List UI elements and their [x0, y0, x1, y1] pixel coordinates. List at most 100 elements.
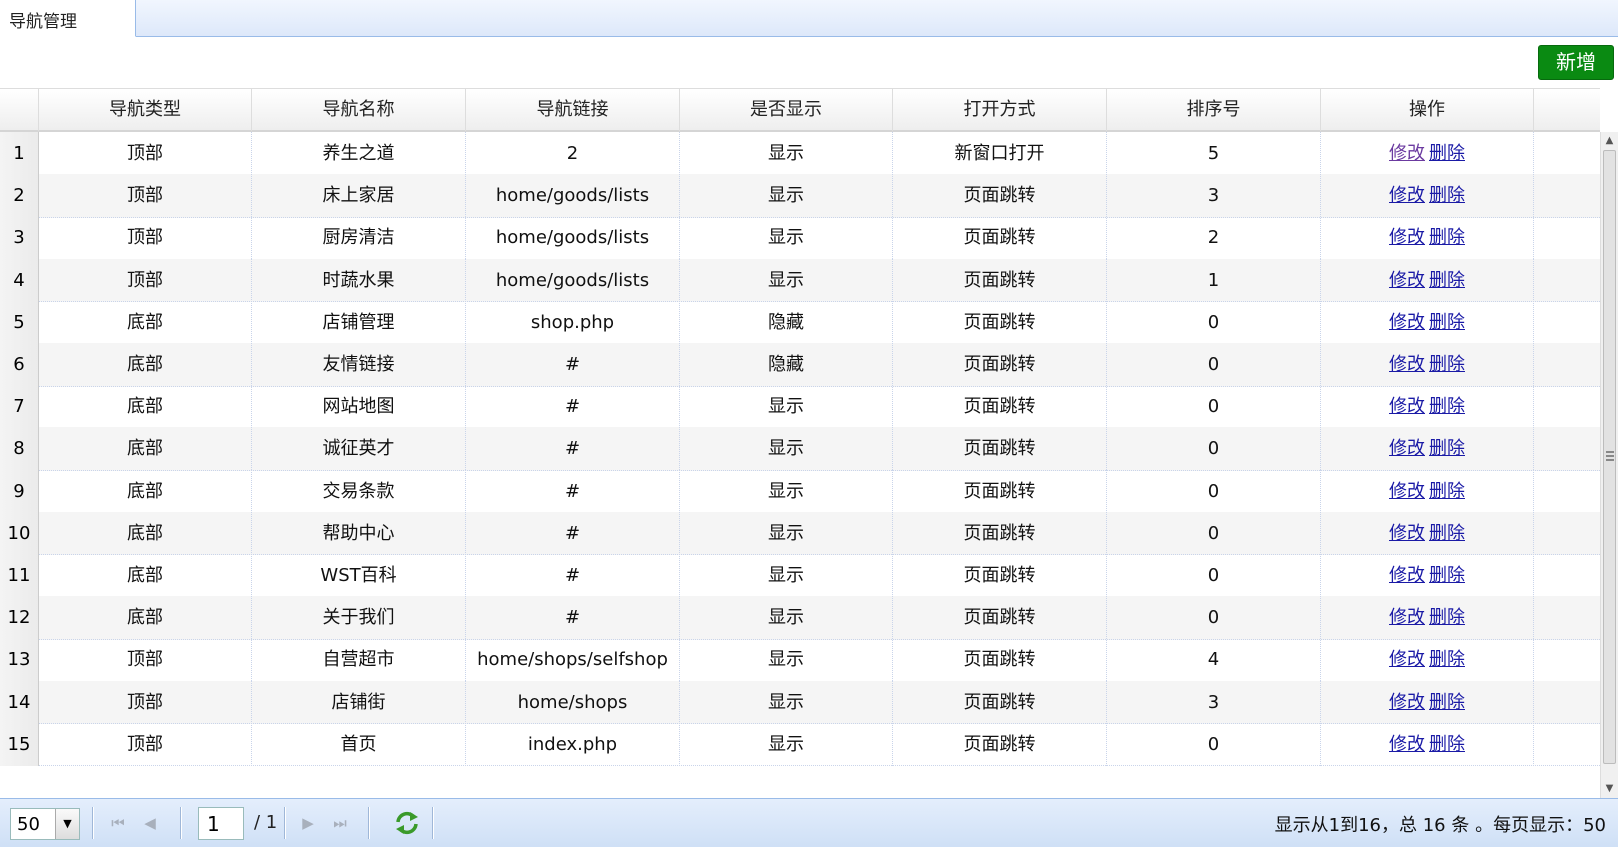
- table-row[interactable]: 6 底部 友情链接 # 隐藏 页面跳转 0 修改 删除: [0, 343, 1600, 387]
- header-sort-order[interactable]: 排序号: [1107, 89, 1321, 131]
- header-open-mode[interactable]: 打开方式: [893, 89, 1107, 131]
- page-size-select[interactable]: 50 ▼: [10, 808, 80, 840]
- edit-link[interactable]: 修改: [1389, 396, 1425, 417]
- delete-link[interactable]: 删除: [1429, 185, 1465, 206]
- table-row[interactable]: 3 顶部 厨房清洁 home/goods/lists 显示 页面跳转 2 修改 删除: [0, 216, 1600, 260]
- table-row[interactable]: 14 顶部 店铺街 home/shops 显示 页面跳转 3 修改 删除: [0, 680, 1600, 725]
- header-rownum: [0, 89, 39, 131]
- refresh-icon[interactable]: [393, 809, 421, 837]
- cell-actions: 修改 删除: [1321, 300, 1534, 344]
- edit-link[interactable]: 修改: [1389, 227, 1425, 248]
- delete-link[interactable]: 删除: [1429, 354, 1465, 375]
- delete-link[interactable]: 删除: [1429, 565, 1465, 586]
- cell-sort-order: 0: [1107, 511, 1321, 555]
- edit-link[interactable]: 修改: [1389, 607, 1425, 628]
- row-number: 15: [0, 722, 39, 766]
- edit-link[interactable]: 修改: [1389, 692, 1425, 713]
- edit-link[interactable]: 修改: [1389, 185, 1425, 206]
- cell-sort-order: 3: [1107, 174, 1321, 218]
- cell-sort-order: 1: [1107, 258, 1321, 302]
- edit-link[interactable]: 修改: [1389, 734, 1425, 755]
- cell-nav-name: 网站地图: [252, 385, 466, 429]
- delete-link[interactable]: 删除: [1429, 312, 1465, 333]
- delete-link[interactable]: 删除: [1429, 607, 1465, 628]
- prev-page-icon[interactable]: ◀: [138, 811, 162, 835]
- cell-is-shown: 显示: [680, 511, 893, 555]
- table-row[interactable]: 1 顶部 养生之道 2 显示 新窗口打开 5 修改 删除: [0, 132, 1600, 176]
- pager-separator: [92, 807, 94, 839]
- next-page-icon[interactable]: ▶: [296, 811, 320, 835]
- cell-nav-link: home/goods/lists: [466, 216, 680, 260]
- tab-nav-management[interactable]: 导航管理: [0, 0, 136, 37]
- cell-sort-order: 0: [1107, 722, 1321, 766]
- table-row[interactable]: 13 顶部 自营超市 home/shops/selfshop 显示 页面跳转 4 修改 删除: [0, 638, 1600, 682]
- nav-grid: 导航类型 导航名称 导航链接 是否显示 打开方式 排序号 操作 1 顶部 养生之道 2…: [0, 88, 1600, 798]
- header-nav-type[interactable]: 导航类型: [39, 89, 252, 131]
- scroll-thumb[interactable]: [1603, 150, 1616, 764]
- cell-open-mode: 页面跳转: [893, 722, 1107, 766]
- cell-open-mode: 页面跳转: [893, 680, 1107, 724]
- cell-open-mode: 页面跳转: [893, 174, 1107, 218]
- cell-is-shown: 显示: [680, 469, 893, 513]
- edit-link[interactable]: 修改: [1389, 143, 1425, 164]
- header-is-shown[interactable]: 是否显示: [680, 89, 893, 131]
- scroll-down-icon[interactable]: ▼: [1601, 780, 1618, 797]
- delete-link[interactable]: 删除: [1429, 481, 1465, 502]
- table-row[interactable]: 8 底部 诚征英才 # 显示 页面跳转 0 修改 删除: [0, 427, 1600, 471]
- edit-link[interactable]: 修改: [1389, 354, 1425, 375]
- delete-link[interactable]: 删除: [1429, 734, 1465, 755]
- row-number: 5: [0, 300, 39, 344]
- delete-link[interactable]: 删除: [1429, 523, 1465, 544]
- page-size-value: 50: [17, 814, 40, 835]
- delete-link[interactable]: 删除: [1429, 438, 1465, 459]
- table-row[interactable]: 12 底部 关于我们 # 显示 页面跳转 0 修改 删除: [0, 596, 1600, 640]
- delete-link[interactable]: 删除: [1429, 692, 1465, 713]
- vertical-scrollbar[interactable]: ▲ ▼: [1600, 132, 1618, 798]
- pager-summary: 显示从1到16，总 16 条 。每页显示：50: [1274, 815, 1606, 836]
- header-nav-link[interactable]: 导航链接: [466, 89, 680, 131]
- row-number: 11: [0, 554, 39, 597]
- delete-link[interactable]: 删除: [1429, 396, 1465, 417]
- table-row[interactable]: 7 底部 网站地图 # 显示 页面跳转 0 修改 删除: [0, 385, 1600, 429]
- row-number: 2: [0, 174, 39, 218]
- delete-link[interactable]: 删除: [1429, 270, 1465, 291]
- cell-sort-order: 0: [1107, 385, 1321, 429]
- chevron-down-icon[interactable]: ▼: [55, 809, 79, 839]
- cell-is-shown: 显示: [680, 427, 893, 471]
- cell-open-mode: 新窗口打开: [893, 132, 1107, 175]
- header-nav-name[interactable]: 导航名称: [252, 89, 466, 131]
- table-row[interactable]: 2 顶部 床上家居 home/goods/lists 显示 页面跳转 3 修改 删除: [0, 174, 1600, 218]
- edit-link[interactable]: 修改: [1389, 481, 1425, 502]
- cell-is-shown: 显示: [680, 638, 893, 682]
- cell-nav-name: 帮助中心: [252, 511, 466, 555]
- delete-link[interactable]: 删除: [1429, 143, 1465, 164]
- scroll-up-icon[interactable]: ▲: [1601, 132, 1618, 149]
- page-number-input[interactable]: [198, 807, 244, 840]
- table-row[interactable]: 9 底部 交易条款 # 显示 页面跳转 0 修改 删除: [0, 469, 1600, 514]
- table-row[interactable]: 15 顶部 首页 index.php 显示 页面跳转 0 修改 删除: [0, 722, 1600, 767]
- cell-nav-name: 友情链接: [252, 343, 466, 386]
- table-row[interactable]: 10 底部 帮助中心 # 显示 页面跳转 0 修改 删除: [0, 511, 1600, 556]
- table-row[interactable]: 4 顶部 时蔬水果 home/goods/lists 显示 页面跳转 1 修改 删除: [0, 258, 1600, 303]
- cell-nav-link: home/shops: [466, 680, 680, 724]
- edit-link[interactable]: 修改: [1389, 523, 1425, 544]
- table-row[interactable]: 5 底部 店铺管理 shop.php 隐藏 页面跳转 0 修改 删除: [0, 300, 1600, 345]
- edit-link[interactable]: 修改: [1389, 312, 1425, 333]
- last-page-icon[interactable]: ⏭: [328, 811, 352, 835]
- cell-nav-type: 顶部: [39, 638, 252, 682]
- edit-link[interactable]: 修改: [1389, 649, 1425, 670]
- add-button[interactable]: 新增: [1538, 45, 1614, 80]
- edit-link[interactable]: 修改: [1389, 438, 1425, 459]
- edit-link[interactable]: 修改: [1389, 270, 1425, 291]
- cell-open-mode: 页面跳转: [893, 511, 1107, 555]
- edit-link[interactable]: 修改: [1389, 565, 1425, 586]
- cell-sort-order: 0: [1107, 427, 1321, 471]
- table-row[interactable]: 11 底部 WST百科 # 显示 页面跳转 0 修改 删除: [0, 554, 1600, 598]
- first-page-icon[interactable]: ⏮: [106, 811, 130, 835]
- delete-link[interactable]: 删除: [1429, 649, 1465, 670]
- pager: 50 ▼ ⏮ ◀ / 1 ▶ ⏭ 显示从1到16，总 16 条 。每页显示：50: [0, 798, 1618, 847]
- cell-actions: 修改 删除: [1321, 554, 1534, 597]
- cell-is-shown: 显示: [680, 258, 893, 302]
- row-number: 12: [0, 596, 39, 640]
- delete-link[interactable]: 删除: [1429, 227, 1465, 248]
